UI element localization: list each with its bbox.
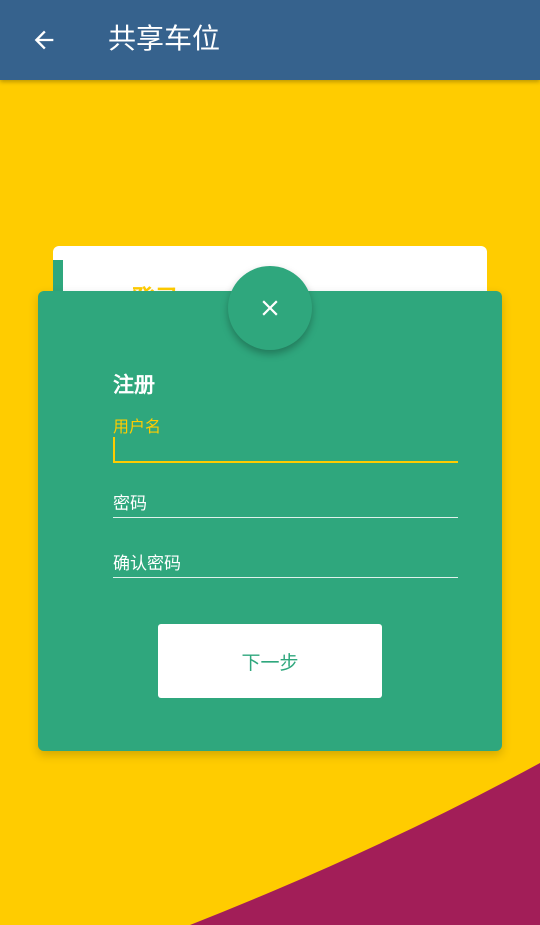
confirm-password-input[interactable] — [113, 549, 458, 571]
app-title: 共享车位 — [108, 22, 221, 55]
close-icon — [262, 300, 278, 316]
username-label: 用户名 — [113, 417, 162, 436]
username-field: 用户名 — [113, 413, 458, 463]
back-button[interactable] — [24, 20, 64, 60]
close-button[interactable] — [228, 266, 312, 350]
confirm-password-field: 确认密码 — [113, 549, 458, 578]
password-field: 密码 — [113, 489, 458, 518]
confirm-password-underline — [113, 577, 458, 578]
next-step-button[interactable]: 下一步 — [158, 624, 382, 698]
register-title: 注册 — [113, 373, 155, 397]
app-bar: 共享车位 — [0, 0, 540, 80]
password-underline — [113, 517, 458, 518]
register-card: 注册 用户名 密码 确认密码 下一步 — [38, 291, 502, 751]
username-input[interactable] — [113, 437, 458, 461]
username-underline — [113, 461, 458, 463]
arrow-left-icon — [34, 30, 54, 50]
password-input[interactable] — [113, 489, 458, 511]
